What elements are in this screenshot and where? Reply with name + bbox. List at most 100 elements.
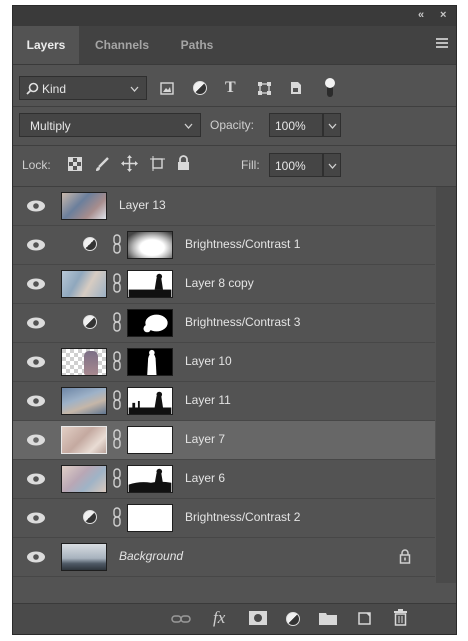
new-group-icon[interactable] xyxy=(319,611,337,625)
fx-icon[interactable]: fx xyxy=(213,608,225,628)
lock-artboard-icon[interactable] xyxy=(149,155,166,172)
blend-mode-select[interactable]: Multiply xyxy=(19,113,201,137)
layers-list: Layer 13 Brightness/Contrast 1 Layer 8 c… xyxy=(13,187,435,583)
layer-name[interactable]: Layer 6 xyxy=(185,471,225,485)
brightness-contrast-adjustment-icon xyxy=(83,315,97,329)
visibility-eye-icon[interactable] xyxy=(22,236,50,254)
lock-image-pixels-icon[interactable] xyxy=(94,156,110,172)
panel-menu-icon[interactable] xyxy=(436,38,448,48)
chevron-down-icon xyxy=(328,163,337,169)
link-layers-icon[interactable] xyxy=(171,613,191,625)
chevron-down-icon xyxy=(328,123,337,129)
layer-name[interactable]: Brightness/Contrast 1 xyxy=(185,237,300,251)
layer-row-layer-7[interactable]: Layer 7 xyxy=(13,421,435,460)
layer-name[interactable]: Brightness/Contrast 3 xyxy=(185,315,300,329)
layer-mask-thumbnail[interactable] xyxy=(127,426,173,454)
layer-mask-thumbnail[interactable] xyxy=(127,465,173,493)
opacity-value: 100% xyxy=(275,119,306,133)
visibility-eye-icon[interactable] xyxy=(22,314,50,332)
fill-dropdown[interactable] xyxy=(323,153,341,177)
visibility-eye-icon[interactable] xyxy=(22,275,50,293)
filter-kind-label: Kind xyxy=(42,82,67,96)
brightness-contrast-adjustment-icon xyxy=(83,510,97,524)
divider xyxy=(13,145,456,146)
delete-layer-icon[interactable] xyxy=(393,609,408,626)
layer-name[interactable]: Layer 13 xyxy=(119,198,166,212)
shape-filter-icon[interactable] xyxy=(257,81,272,96)
new-layer-icon[interactable] xyxy=(357,610,373,626)
adjustment-filter-icon[interactable] xyxy=(193,81,207,95)
opacity-input[interactable]: 100% xyxy=(269,113,323,137)
chevron-down-icon xyxy=(184,123,193,129)
filter-kind-select[interactable]: Kind xyxy=(19,76,147,100)
lock-row: Lock: Fill: 100% xyxy=(13,148,456,182)
image-filter-icon[interactable] xyxy=(160,82,174,95)
lock-label: Lock: xyxy=(22,158,51,172)
layer-row-layer-11[interactable]: Layer 11 xyxy=(13,382,435,421)
chevron-down-icon xyxy=(130,86,139,92)
mask-link-icon[interactable] xyxy=(111,312,123,332)
layer-row-brightness-contrast-3[interactable]: Brightness/Contrast 3 xyxy=(13,304,435,343)
layer-name[interactable]: Brightness/Contrast 2 xyxy=(185,510,300,524)
layer-row-brightness-contrast-1[interactable]: Brightness/Contrast 1 xyxy=(13,226,435,265)
mask-link-icon[interactable] xyxy=(111,273,123,293)
visibility-eye-icon[interactable] xyxy=(22,392,50,410)
layer-name[interactable]: Layer 10 xyxy=(185,354,232,368)
layer-row-layer-10[interactable]: Layer 10 xyxy=(13,343,435,382)
close-panel-button[interactable]: × xyxy=(440,9,446,21)
layers-scrollbar[interactable] xyxy=(436,187,456,583)
mask-link-icon[interactable] xyxy=(111,507,123,527)
layer-row-background[interactable]: Background xyxy=(13,538,435,577)
filter-toggle-icon[interactable] xyxy=(324,77,336,99)
divider xyxy=(13,106,456,107)
lock-all-icon[interactable] xyxy=(177,155,190,171)
visibility-eye-icon[interactable] xyxy=(22,197,50,215)
layer-mask-thumbnail[interactable] xyxy=(127,504,173,532)
layer-mask-thumbnail[interactable] xyxy=(127,309,173,337)
layer-row-brightness-contrast-2[interactable]: Brightness/Contrast 2 xyxy=(13,499,435,538)
search-icon xyxy=(26,82,39,95)
layer-mask-thumbnail[interactable] xyxy=(127,231,173,259)
layer-mask-thumbnail[interactable] xyxy=(127,348,173,376)
layer-row-layer-6[interactable]: Layer 6 xyxy=(13,460,435,499)
type-filter-icon[interactable]: T xyxy=(225,80,236,96)
add-mask-icon[interactable] xyxy=(249,611,267,625)
collapse-panel-button[interactable]: « xyxy=(418,9,424,21)
layer-mask-thumbnail[interactable] xyxy=(127,387,173,415)
panel-tabs: Layers Channels Paths xyxy=(13,26,456,65)
fill-value: 100% xyxy=(275,159,306,173)
layer-row-layer-8-copy[interactable]: Layer 8 copy xyxy=(13,265,435,304)
mask-link-icon[interactable] xyxy=(111,234,123,254)
tab-paths[interactable]: Paths xyxy=(165,26,229,64)
visibility-eye-icon[interactable] xyxy=(22,548,50,566)
layer-row-layer-13[interactable]: Layer 13 xyxy=(13,187,435,226)
tab-channels[interactable]: Channels xyxy=(79,26,165,64)
layer-name[interactable]: Background xyxy=(119,549,183,563)
visibility-eye-icon[interactable] xyxy=(22,431,50,449)
visibility-eye-icon[interactable] xyxy=(22,353,50,371)
layer-name[interactable]: Layer 11 xyxy=(185,393,231,407)
mask-link-icon[interactable] xyxy=(111,351,123,371)
layer-name[interactable]: Layer 8 copy xyxy=(185,276,254,290)
visibility-eye-icon[interactable] xyxy=(22,470,50,488)
panel-title-strip: « × xyxy=(13,6,456,26)
fill-input[interactable]: 100% xyxy=(269,153,323,177)
brightness-contrast-adjustment-icon xyxy=(83,237,97,251)
tab-layers[interactable]: Layers xyxy=(13,26,79,64)
layer-mask-thumbnail[interactable] xyxy=(127,270,173,298)
layer-thumbnail xyxy=(61,270,107,298)
opacity-dropdown[interactable] xyxy=(323,113,341,137)
visibility-eye-icon[interactable] xyxy=(22,509,50,527)
adjustment-layer-icon[interactable] xyxy=(286,612,300,626)
blend-mode-value: Multiply xyxy=(30,119,71,133)
lock-position-icon[interactable] xyxy=(121,155,138,172)
lock-transparent-pixels-icon[interactable] xyxy=(68,157,82,171)
smart-object-filter-icon[interactable] xyxy=(289,80,303,96)
mask-link-icon[interactable] xyxy=(111,390,123,410)
layer-name[interactable]: Layer 7 xyxy=(185,432,225,446)
layers-action-bar: fx xyxy=(13,603,456,634)
blend-row: Multiply Opacity: 100% xyxy=(13,110,456,140)
mask-link-icon[interactable] xyxy=(111,468,123,488)
screenshot-frame: « × Layers Channels Paths Kind T Multipl… xyxy=(0,0,468,641)
mask-link-icon[interactable] xyxy=(111,429,123,449)
